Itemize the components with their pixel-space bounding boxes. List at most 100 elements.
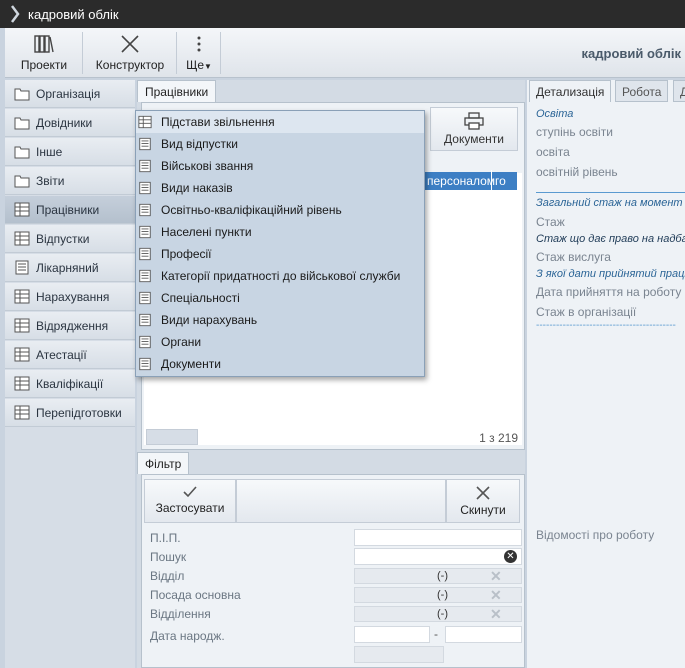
constructor-button[interactable]: Конструктор (83, 28, 177, 78)
close-icon (476, 486, 490, 500)
sidebar-item-label: Атестації (36, 348, 87, 362)
horizontal-scrollbar[interactable] (146, 429, 198, 445)
education-header: Освіта (536, 108, 574, 120)
references-dropdown-menu: Підстави звільнення Вид відпустки Військов… (135, 110, 425, 377)
sidebar: Організація Довідники Інше Звіти Працівники В… (5, 80, 135, 668)
org-experience-label: Стаж в організації (536, 305, 637, 319)
header-cell[interactable]: го (495, 174, 506, 188)
menu-item[interactable]: Документи (136, 353, 424, 375)
menu-item-label: Професії (161, 247, 212, 261)
list-icon (139, 313, 151, 327)
division-select[interactable]: (-) ✕ (354, 606, 522, 622)
birthdate-to-input[interactable] (445, 626, 522, 643)
menu-item[interactable]: Види нарахувань (136, 309, 424, 331)
sidebar-item[interactable]: Нарахування (5, 283, 135, 311)
birthdate-from-input[interactable] (354, 626, 430, 643)
tab-employees[interactable]: Працівники (137, 80, 217, 102)
sidebar-item[interactable]: Відрядження (5, 312, 135, 340)
sidebar-item[interactable]: Звіти (5, 167, 135, 195)
menu-item-label: Види наказів (161, 181, 233, 195)
menu-item[interactable]: Спеціальності (136, 287, 424, 309)
table-icon (14, 347, 30, 362)
department-value: (-) (437, 570, 448, 582)
menu-item-label: Документи (161, 357, 221, 371)
menu-item[interactable]: Вид відпустки (136, 133, 424, 155)
clear-division-icon[interactable]: ✕ (490, 606, 502, 623)
clear-position-icon[interactable]: ✕ (490, 587, 502, 604)
sidebar-item[interactable]: Інше (5, 138, 135, 166)
menu-item[interactable]: Органи (136, 331, 424, 353)
clear-search-icon[interactable]: ✕ (504, 550, 517, 563)
education-degree: ступінь освіти (536, 125, 613, 139)
constructor-label: Конструктор (95, 58, 165, 72)
birthdate-label: Дата народж. (150, 629, 225, 643)
menu-item[interactable]: Види наказів (136, 177, 424, 199)
name-input[interactable] (354, 529, 522, 546)
list-icon (139, 159, 151, 173)
more-button[interactable]: Ще▼ (177, 28, 221, 78)
projects-button[interactable]: Проекти (5, 28, 83, 78)
table-icon (138, 115, 152, 129)
folder-icon (14, 88, 30, 101)
tab-details[interactable]: Детализація (529, 80, 612, 102)
list-icon (139, 203, 151, 217)
menu-item[interactable]: Освітньо-кваліфікаційний рівень (136, 199, 424, 221)
tab-more[interactable]: Д (673, 80, 685, 102)
menu-item[interactable]: Підстави звільнення (136, 111, 424, 133)
sidebar-item[interactable]: Кваліфікації (5, 370, 135, 398)
menu-item-label: Спеціальності (161, 291, 240, 305)
sidebar-item[interactable]: Організація (5, 80, 135, 108)
allowance-header: Стаж що дає право на надба (536, 233, 685, 245)
sidebar-item-label: Лікарняний (36, 261, 99, 275)
dashed-divider: ----------------------------------------… (536, 320, 676, 331)
filter-toolbar-spacer (236, 479, 446, 523)
tab-filter[interactable]: Фільтр (137, 452, 190, 474)
table-icon (14, 318, 30, 333)
sidebar-item[interactable]: Перепідготовки (5, 399, 135, 427)
list-icon (139, 291, 151, 305)
sidebar-item[interactable]: Довідники (5, 109, 135, 137)
menu-item[interactable]: Населені пункти (136, 221, 424, 243)
list-icon (139, 181, 151, 195)
more-label: Ще (186, 58, 204, 72)
menu-item[interactable]: Категорії придатності до військової служ… (136, 265, 424, 287)
window-title: кадровий облік (28, 7, 119, 22)
folder-icon (14, 117, 30, 130)
check-icon (183, 486, 197, 498)
division-label: Відділення (150, 607, 211, 621)
header-divider (491, 170, 492, 192)
folder-icon (14, 146, 30, 159)
menu-item-label: Підстави звільнення (161, 115, 275, 129)
list-icon (139, 247, 151, 261)
toolbar-separator (220, 32, 221, 74)
table-icon (14, 289, 30, 304)
books-icon (34, 35, 54, 53)
tab-work[interactable]: Робота (615, 80, 669, 102)
table-icon (14, 231, 30, 246)
table-header-row: персоналом го (425, 170, 517, 192)
list-icon (139, 335, 151, 349)
sidebar-item[interactable]: Відпустки (5, 225, 135, 253)
sidebar-item-label: Кваліфікації (36, 377, 104, 391)
apply-button[interactable]: Застосувати (144, 479, 236, 523)
sidebar-item-label: Довідники (36, 116, 93, 130)
clear-department-icon[interactable]: ✕ (490, 568, 502, 585)
reset-button[interactable]: Скинути (446, 479, 520, 523)
sidebar-item[interactable]: Лікарняний (5, 254, 135, 282)
app-logo-icon (11, 5, 20, 23)
filter-extra-input[interactable] (354, 646, 444, 663)
section-divider (536, 192, 685, 193)
list-icon (15, 260, 29, 275)
table-icon (14, 405, 30, 420)
menu-item[interactable]: Професії (136, 243, 424, 265)
sidebar-item[interactable]: Працівники (5, 196, 135, 224)
sidebar-item[interactable]: Атестації (5, 341, 135, 369)
search-input[interactable]: ✕ (354, 548, 522, 565)
menu-item[interactable]: Військові звання (136, 155, 424, 177)
position-select[interactable]: (-) ✕ (354, 587, 522, 603)
documents-button[interactable]: Документи (430, 107, 518, 151)
department-select[interactable]: (-) ✕ (354, 568, 522, 584)
more-dots-icon (197, 36, 201, 52)
header-cell[interactable]: персоналом (427, 174, 495, 188)
app-title: кадровий облік (581, 46, 681, 61)
